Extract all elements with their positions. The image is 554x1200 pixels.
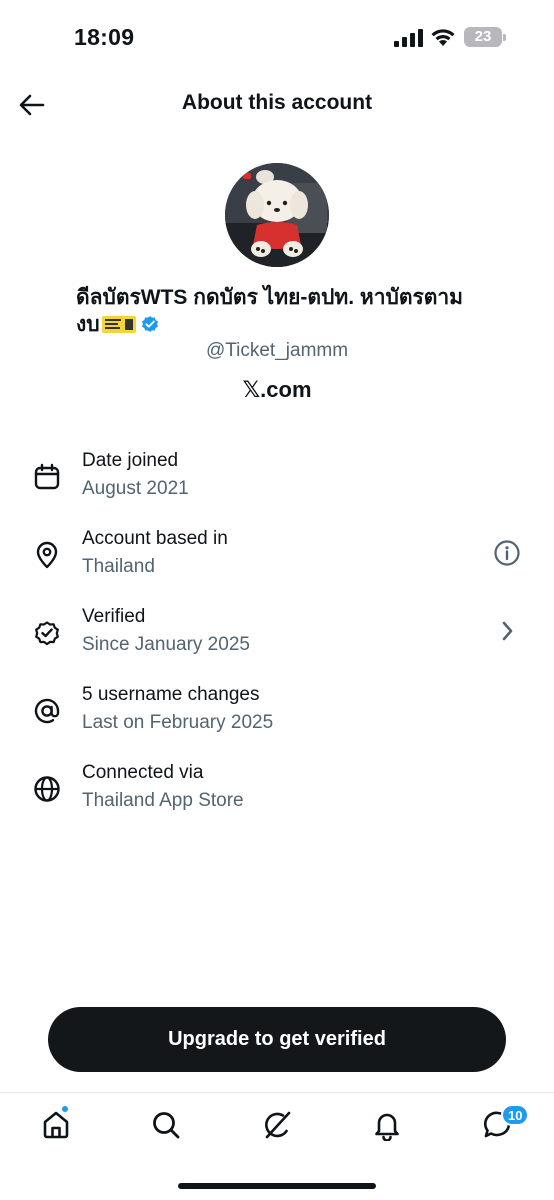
- info-row-account-based-in: Account based in Thailand: [0, 528, 554, 600]
- info-value: Since January 2025: [82, 634, 250, 655]
- chevron-right-icon: [502, 621, 513, 641]
- search-icon: [153, 1112, 180, 1139]
- info-row-username-changes: 5 username changes Last on February 2025: [0, 684, 554, 756]
- avatar[interactable]: [225, 163, 329, 267]
- verified-badge-outline-icon: [35, 621, 59, 646]
- verified-chevron-button[interactable]: [492, 616, 522, 646]
- upgrade-button[interactable]: Upgrade to get verified: [48, 1007, 506, 1072]
- info-value: Thailand App Store: [82, 790, 244, 811]
- grok-icon: [265, 1111, 291, 1139]
- home-notification-dot: [61, 1105, 69, 1113]
- info-label: 5 username changes: [82, 684, 260, 705]
- nav-home[interactable]: [38, 1107, 74, 1143]
- info-value: August 2021: [82, 478, 189, 499]
- globe-icon: [34, 776, 60, 802]
- nav-notifications[interactable]: [369, 1107, 405, 1143]
- bell-icon: [375, 1113, 399, 1141]
- info-label: Verified: [82, 606, 146, 627]
- nav-grok[interactable]: [259, 1107, 295, 1143]
- info-label: Date joined: [82, 450, 179, 471]
- display-name: ดีลบัตรWTS กดบัตร ไทย-ตปท. หาบัตรตามงบ: [76, 284, 476, 338]
- source-domain: 𝕏.com: [242, 377, 312, 402]
- battery-icon: 23: [464, 27, 506, 47]
- at-sign-icon: [34, 698, 60, 724]
- home-indicator: [178, 1183, 376, 1189]
- nav-search[interactable]: [148, 1107, 184, 1143]
- battery-level: 23: [474, 28, 492, 45]
- page-title: About this account: [181, 91, 373, 114]
- signal-icon: [394, 29, 423, 47]
- wifi-icon: [431, 29, 455, 46]
- info-row-date-joined: Date joined August 2021: [0, 450, 554, 522]
- info-button[interactable]: [492, 538, 522, 568]
- status-bar: 18:09 23: [0, 0, 554, 76]
- home-icon: [43, 1111, 69, 1139]
- ticket-emoji-icon: [101, 316, 136, 333]
- info-row-verified[interactable]: Verified Since January 2025: [0, 606, 554, 678]
- status-time: 18:09: [74, 24, 135, 50]
- calendar-icon: [34, 463, 60, 490]
- info-value: Thailand: [82, 556, 155, 577]
- messages-badge: 10: [501, 1104, 530, 1126]
- info-value: Last on February 2025: [82, 712, 274, 733]
- info-row-connected-via: Connected via Thailand App Store: [0, 762, 554, 834]
- info-label: Connected via: [82, 762, 204, 783]
- location-pin-icon: [36, 541, 58, 569]
- info-icon: [494, 540, 520, 566]
- verified-badge-icon: [141, 316, 158, 332]
- username: @Ticket_jammm: [205, 340, 349, 361]
- avatar-image: [225, 163, 329, 267]
- info-label: Account based in: [82, 528, 228, 549]
